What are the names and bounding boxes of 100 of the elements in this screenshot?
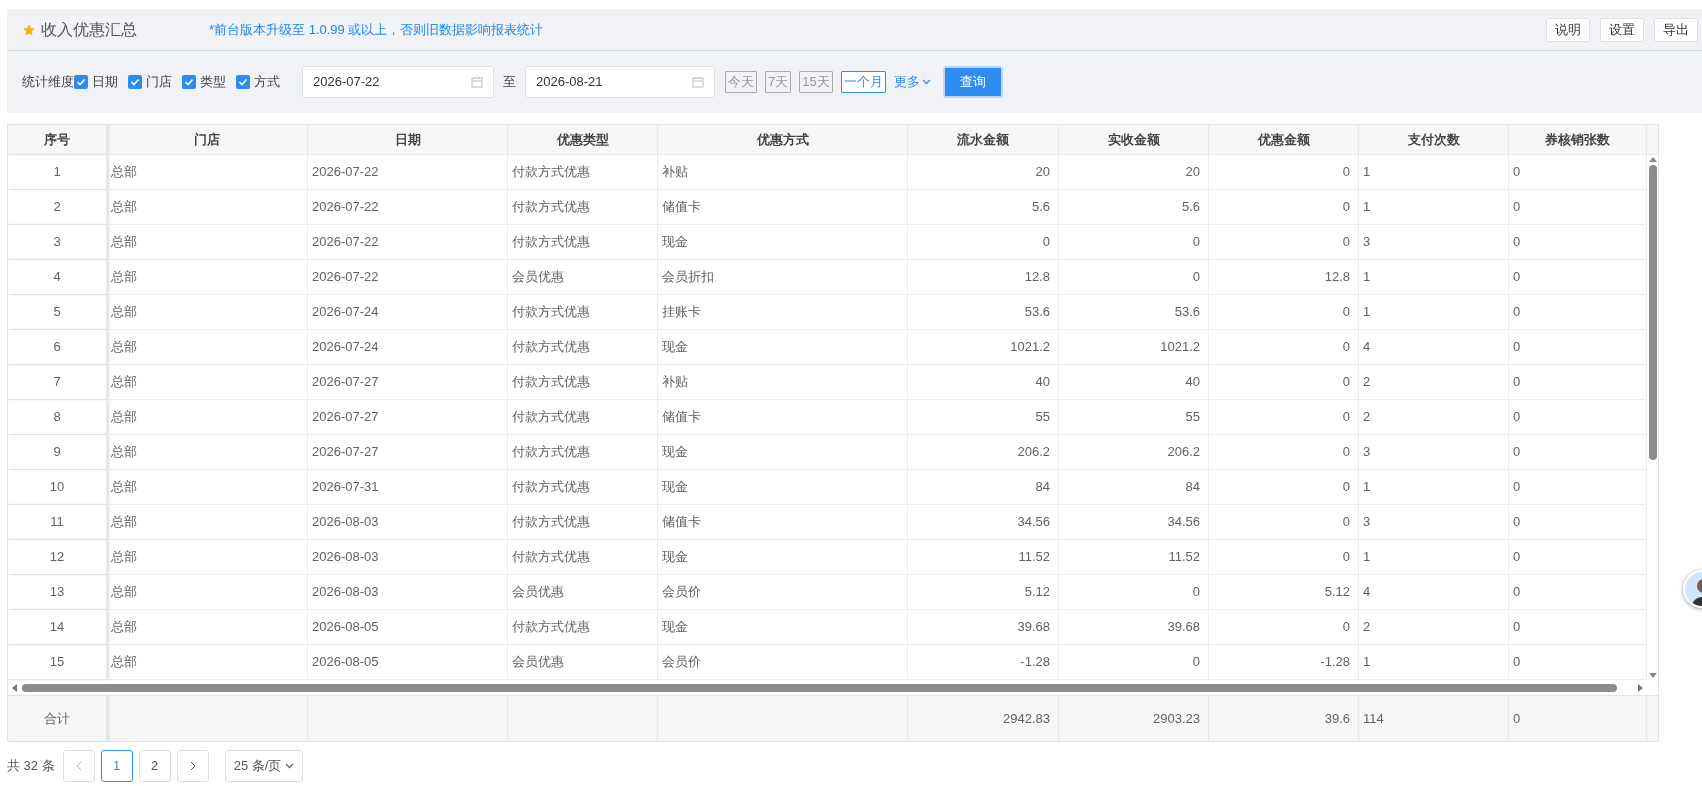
table-cell: 总部 [107,540,308,574]
column-header: 日期 [308,125,508,154]
table-cell: 付款方式优惠 [508,225,658,259]
table-cell: 0 [1509,295,1647,329]
action-button[interactable]: 说明 [1546,17,1590,42]
scroll-up-icon[interactable] [1648,157,1657,162]
table-cell: 11.52 [1059,540,1209,574]
column-header: 实收金额 [1059,125,1209,154]
action-button[interactable]: 设置 [1600,17,1644,42]
footer-cell: 2942.83 [908,696,1059,741]
table-cell: 15 [8,645,107,679]
table-cell: 2026-07-24 [308,295,508,329]
check-icon [76,77,86,87]
table-cell: 0 [1509,260,1647,294]
table-cell: 4 [1359,330,1509,364]
table-cell: -1.28 [908,645,1059,679]
table-cell: 现金 [658,330,908,364]
table-cell: 20 [1059,155,1209,189]
table-cell: 6 [8,330,107,364]
table-cell: 2026-07-22 [308,190,508,224]
table-cell: 4 [1359,575,1509,609]
table-cell: 10 [8,470,107,504]
start-date-field[interactable]: 2026-07-22 [302,66,494,98]
table-cell: 53.6 [1059,295,1209,329]
checkbox-label: 日期 [92,73,118,92]
table-cell: 付款方式优惠 [508,610,658,644]
table-cell: 2026-08-05 [308,645,508,679]
column-header: 序号 [8,125,107,154]
table-cell: 1 [1359,540,1509,574]
action-button[interactable]: 导出 [1654,17,1698,42]
table-cell: 0 [1509,505,1647,539]
table-cell: 3 [1359,505,1509,539]
table-cell: 0 [1209,155,1359,189]
table-cell: 1 [1359,260,1509,294]
total-count: 共 32 条 [7,757,55,776]
table-cell: 1 [1359,190,1509,224]
table-cell: 5.6 [1059,190,1209,224]
table-cell: 会员价 [658,575,908,609]
table-cell: 12.8 [1209,260,1359,294]
checkbox[interactable] [74,75,88,89]
chevron-down-icon [921,79,931,85]
table-cell: 现金 [658,610,908,644]
scroll-left-icon[interactable] [12,683,18,692]
table-cell: 0 [1509,190,1647,224]
checkbox[interactable] [128,75,142,89]
table-cell: 55 [908,400,1059,434]
column-header: 支付次数 [1359,125,1509,154]
table-cell: 3 [1359,435,1509,469]
checkbox[interactable] [182,75,196,89]
table-cell: 0 [1209,295,1359,329]
table-cell: 5.12 [908,575,1059,609]
table-cell: 7 [8,365,107,399]
table-cell: 现金 [658,470,908,504]
table-cell: 2026-07-22 [308,260,508,294]
table-cell: 会员价 [658,645,908,679]
table-cell: 39.68 [1059,610,1209,644]
table-cell: 会员优惠 [508,645,658,679]
table-cell: 0 [1509,365,1647,399]
table-cell: 8 [8,400,107,434]
table-cell: 总部 [107,330,308,364]
table-cell: 2026-07-31 [308,470,508,504]
table-cell: 2026-07-22 [308,155,508,189]
table-cell: 2026-07-27 [308,435,508,469]
table-cell: 206.2 [1059,435,1209,469]
table-cell: 5.12 [1209,575,1359,609]
table-cell: 0 [1509,540,1647,574]
footer-cell: 2903.23 [1059,696,1209,741]
table-cell: 0 [1209,225,1359,259]
table-cell: 总部 [107,225,308,259]
table-cell: 0 [1209,400,1359,434]
table-cell: 14 [8,610,107,644]
checkbox-label: 方式 [254,73,280,92]
table-cell: 0 [1059,575,1209,609]
page-size-select[interactable]: 25 条/页 [224,750,304,782]
table-cell: 12.8 [908,260,1059,294]
table-cell: 0 [1509,330,1647,364]
table-cell: 0 [1209,610,1359,644]
table-cell: 付款方式优惠 [508,190,658,224]
page-title: 收入优惠汇总 [41,19,137,40]
checkbox-label: 门店 [146,73,172,92]
scroll-down-icon[interactable] [1648,673,1657,678]
table-cell: 总部 [107,400,308,434]
check-icon [184,77,194,87]
page-button[interactable]: 2 [138,750,171,782]
scroll-right-icon[interactable] [1637,683,1643,692]
table-cell: 0 [1209,505,1359,539]
checkbox[interactable] [236,75,250,89]
column-header: 优惠类型 [508,125,658,154]
table-cell: 总部 [107,470,308,504]
table-cell: 总部 [107,295,308,329]
vertical-scrollbar[interactable] [1647,155,1658,680]
table-cell: 现金 [658,225,908,259]
footer-cell: 114 [1359,696,1509,741]
table-cell: 2 [1359,610,1509,644]
end-date-field[interactable]: 2026-08-21 [525,66,715,98]
table-cell: 0 [1059,645,1209,679]
table-cell: 39.68 [908,610,1059,644]
quick-range-button[interactable]: 一个月 [840,71,886,93]
table-cell: 84 [908,470,1059,504]
table-cell: 2026-08-03 [308,505,508,539]
